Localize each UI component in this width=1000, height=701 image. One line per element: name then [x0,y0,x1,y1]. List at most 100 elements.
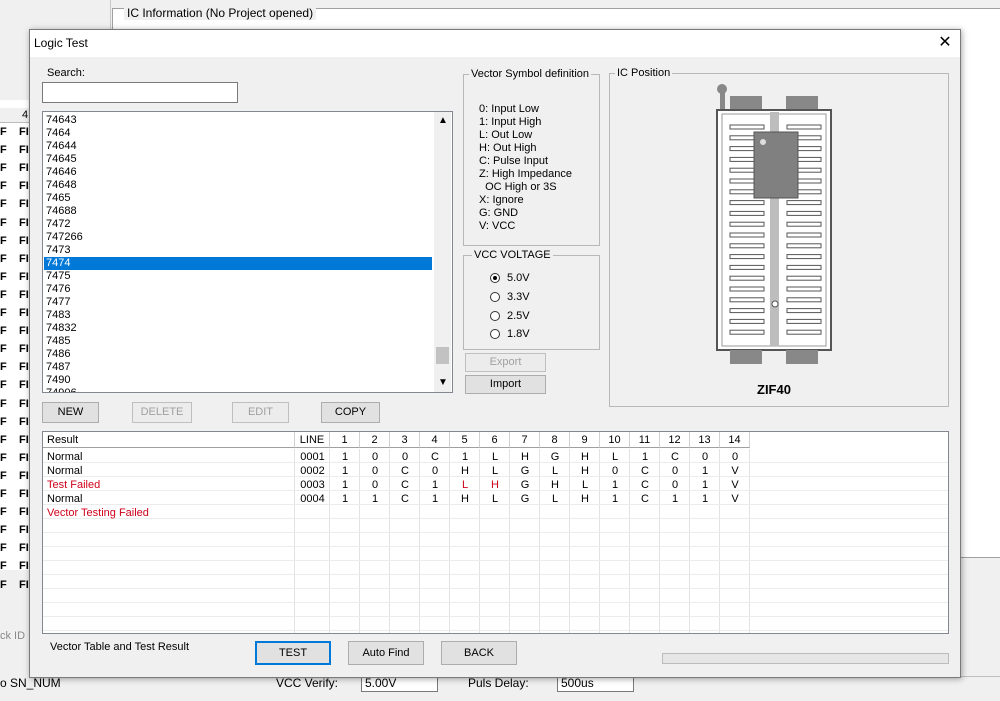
ic-list-item[interactable]: 74645 [46,153,77,166]
ic-list-item[interactable]: 74832 [46,322,77,335]
background-row-cell: FI [19,469,29,482]
ic-list-item[interactable]: 7475 [46,270,70,283]
ic-list-item[interactable]: 7487 [46,361,70,374]
ic-list-item[interactable]: 7476 [46,283,70,296]
table-row-cell: C [671,451,679,463]
listbox-scrollbar[interactable]: ▲ ▼ [434,112,451,392]
background-row-cell: F [0,216,7,229]
background-row-cell: F [0,180,7,193]
background-row-cell: F [0,397,7,410]
table-grid-line [43,630,948,631]
ic-list-item[interactable]: 74648 [46,179,77,192]
export-button[interactable]: Export [465,353,546,372]
table-row-cell: H [521,451,529,463]
table-row-cell: H [581,451,589,463]
background-row-cell: F [0,198,7,211]
table-header-12[interactable]: 12 [660,432,690,448]
vcc-radio-1-8V[interactable] [490,329,500,339]
ic-list-item[interactable]: 74646 [46,166,77,179]
table-header-result[interactable]: Result [43,432,295,448]
table-grid-line [43,602,948,603]
ic-list-item[interactable]: 7485 [46,335,70,348]
table-row-cell: 1 [701,479,709,491]
close-icon[interactable]: ✕ [935,33,955,53]
vcc-radio-2-5V[interactable] [490,311,500,321]
scroll-down-icon[interactable]: ▼ [438,377,448,388]
table-row-result: Normal [47,451,83,463]
vcc-radio-5-0V[interactable] [490,273,500,283]
table-header-2[interactable]: 2 [360,432,390,448]
table-row-cell: H [461,493,469,505]
ic-list-item[interactable]: 7486 [46,348,70,361]
ic-list-item[interactable]: 7464 [46,127,70,140]
table-header-line[interactable]: LINE [295,432,330,448]
vector-symbol-item: V: VCC [479,220,516,232]
table-header-1[interactable]: 1 [330,432,360,448]
table-row-cell: 0 [611,465,619,477]
table-header-8[interactable]: 8 [540,432,570,448]
table-header-14[interactable]: 14 [720,432,750,448]
import-button[interactable]: Import [465,375,546,394]
table-header-9[interactable]: 9 [570,432,600,448]
background-row-cell: FI [19,506,29,519]
new-button[interactable]: NEW [42,402,99,423]
table-row-cell: H [551,479,559,491]
ic-list-item[interactable]: 747266 [46,231,83,244]
ic-list-item[interactable]: 7473 [46,244,70,257]
table-row-cell: 1 [641,451,649,463]
ic-list-item[interactable]: 7465 [46,192,70,205]
table-row-line: 0003 [300,479,325,491]
table-row-cell: L [461,479,469,491]
ic-listbox[interactable]: 74643 7464 74644 74645 74646 74648 7465 74688 74… [42,111,453,393]
vcc-voltage-title: VCC VOLTAGE [472,249,553,261]
background-row-cell: FI [19,542,29,555]
vcc-option-label: 3.3V [507,291,530,303]
ic-list-item[interactable]: 74906 [46,387,77,392]
scroll-up-icon[interactable]: ▲ [438,115,448,126]
table-row-cell: G [550,451,560,463]
ic-list-item[interactable]: 7490 [46,374,70,387]
background-row-cell: FI [19,361,29,374]
delete-button[interactable]: DELETE [132,402,192,423]
edit-button[interactable]: EDIT [232,402,289,423]
table-row-cell: C [401,465,409,477]
search-input[interactable] [42,82,238,103]
table-row-cell: V [731,479,739,491]
table-header-11[interactable]: 11 [630,432,660,448]
ic-list-item[interactable]: 7477 [46,296,70,309]
ic-list-item[interactable]: 7483 [46,309,70,322]
vector-symbol-item: H: Out High [479,142,537,154]
ic-list-item[interactable]: 74644 [46,140,77,153]
table-header-7[interactable]: 7 [510,432,540,448]
table-row-cell: G [520,465,530,477]
scroll-thumb[interactable] [436,347,449,364]
table-row-cell: 1 [611,479,619,491]
ic-list-item[interactable]: 7474 [44,257,432,270]
auto-find-button[interactable]: Auto Find [348,641,424,665]
ic-list-item[interactable]: 7472 [46,218,70,231]
background-row-cell: F [0,252,7,265]
background-row-cell: F [0,542,7,555]
table-header-5[interactable]: 5 [450,432,480,448]
back-button[interactable]: BACK [441,641,517,665]
background-row-cell: F [0,288,7,301]
table-row-cell: 1 [701,465,709,477]
table-header-6[interactable]: 6 [480,432,510,448]
vcc-verify-label: VCC Verify: [276,676,339,690]
vector-symbol-item: C: Pulse Input [479,155,549,167]
ic-list-item[interactable]: 74643 [46,114,77,127]
ic-list-item[interactable]: 74688 [46,205,77,218]
copy-button[interactable]: COPY [321,402,380,423]
background-row-cell: FI [19,578,29,591]
test-button[interactable]: TEST [255,641,331,665]
table-header-3[interactable]: 3 [390,432,420,448]
background-row-cell: F [0,578,7,591]
table-header-4[interactable]: 4 [420,432,450,448]
table-row-line: 0001 [300,451,325,463]
table-header-13[interactable]: 13 [690,432,720,448]
vcc-radio-3-3V[interactable] [490,292,500,302]
background-row-cell: FI [19,234,29,247]
vector-symbol-item: OC High or 3S [479,181,557,193]
table-header-10[interactable]: 10 [600,432,630,448]
table-row-cell: H [491,479,499,491]
